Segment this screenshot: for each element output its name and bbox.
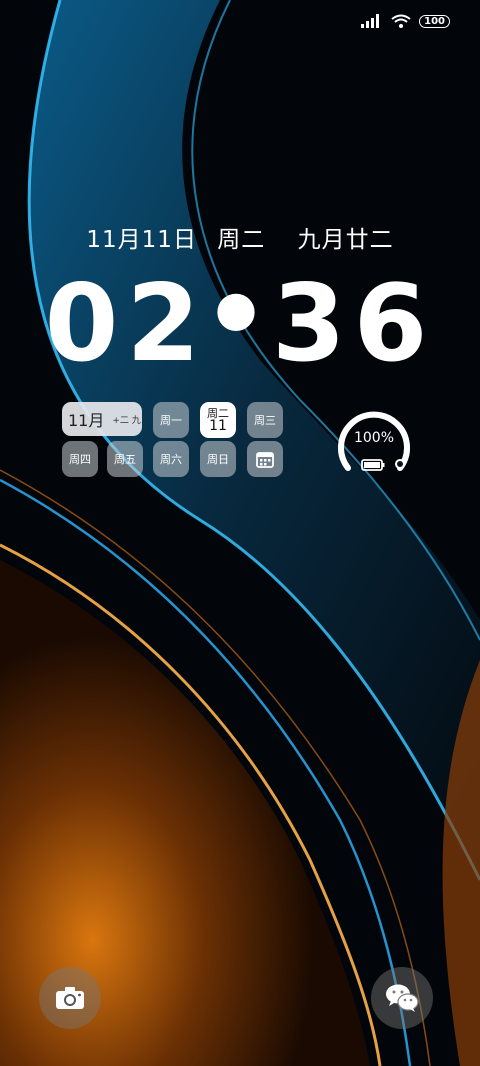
clock-hours: 02 <box>44 262 209 385</box>
day-cell-fri: 周五 <box>107 441 143 477</box>
day-cell-thu: 周四 <box>62 441 98 477</box>
wechat-shortcut-button[interactable] <box>371 967 433 1029</box>
day-cell-wed: 周三 <box>247 402 283 438</box>
clock-separator: • <box>202 254 278 377</box>
camera-icon <box>56 987 84 1009</box>
wifi-icon <box>391 14 411 28</box>
battery-percent-label: 100% <box>353 430 395 446</box>
day-cell-sun: 周日 <box>200 441 236 477</box>
cellular-signal-icon <box>361 14 380 28</box>
date-text: 11月11日 <box>86 227 197 253</box>
calendar-icon[interactable] <box>247 441 283 477</box>
camera-shortcut-button[interactable] <box>39 967 101 1029</box>
day-cell-sat: 周六 <box>153 441 189 477</box>
wechat-icon <box>386 984 419 1012</box>
month-label: 11月 <box>68 411 105 430</box>
today-date: 11 <box>209 418 227 434</box>
clock: 02•36 <box>0 254 480 385</box>
month-sub-label: +二 九 <box>112 415 141 426</box>
day-cell-mon: 周一 <box>153 402 189 438</box>
lunar-date-text: 九月廿二 <box>297 227 394 253</box>
month-chip: 11月 +二 九 <box>62 402 142 436</box>
clock-minutes: 36 <box>271 262 436 385</box>
weekday-text: 周二 <box>217 227 266 253</box>
calendar-glyph <box>256 452 274 468</box>
date-line: 11月11日 周二 九月廿二 <box>0 220 480 254</box>
status-bar: 100 <box>361 14 450 28</box>
day-cell-today: 周二 11 <box>200 402 236 438</box>
wallpaper <box>0 0 480 1066</box>
battery-indicator: 100 <box>419 14 450 28</box>
